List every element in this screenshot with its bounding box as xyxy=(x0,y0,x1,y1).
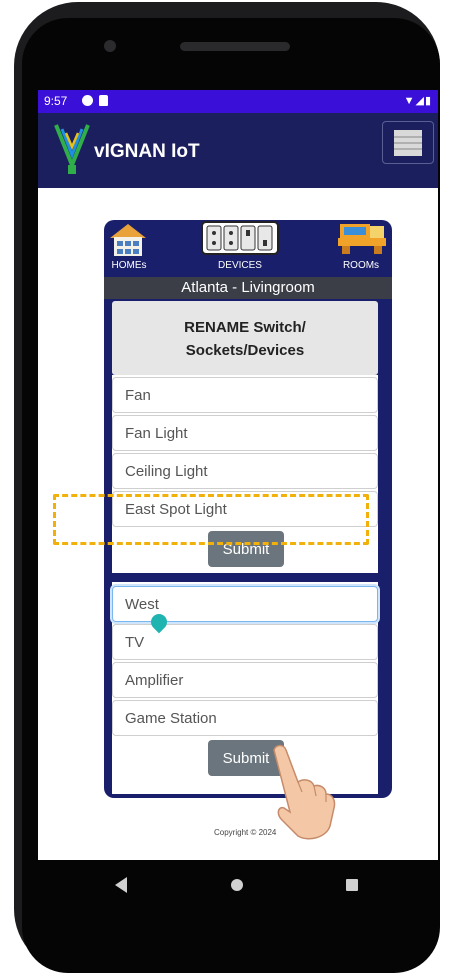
front-camera xyxy=(104,40,116,52)
home-icon[interactable] xyxy=(231,879,243,891)
app-title: vIGNAN IoT xyxy=(94,141,200,162)
status-bar: 9:57 ▼◢▮ xyxy=(38,90,438,113)
status-notification-icon xyxy=(82,95,93,106)
recent-apps-icon[interactable] xyxy=(346,879,358,891)
device-name-field-2[interactable] xyxy=(112,415,378,451)
pointing-hand-icon xyxy=(273,744,336,840)
nav-devices[interactable]: DEVICES xyxy=(200,220,280,275)
nav-rooms[interactable]: ROOMs xyxy=(330,220,392,275)
switch-panel-icon xyxy=(201,221,279,255)
app-bar: vIGNAN IoT xyxy=(38,113,438,188)
device-name-field-6[interactable] xyxy=(112,624,378,660)
focus-highlight-box xyxy=(53,494,369,545)
status-time: 9:57 xyxy=(44,94,68,108)
section-title-line1: RENAME Switch/ xyxy=(184,319,306,336)
section-title-line2: Sockets/Devices xyxy=(185,342,305,359)
sd-card-icon xyxy=(99,95,108,106)
vignan-logo-icon xyxy=(54,124,90,174)
earpiece-speaker xyxy=(180,42,290,51)
system-nav-bar xyxy=(38,860,438,910)
menu-icon xyxy=(394,130,422,156)
nav-homes-label: HOMEs xyxy=(111,260,147,271)
device-name-field-1[interactable] xyxy=(112,377,378,413)
top-nav: HOMEs DEVICES ROOMs xyxy=(104,220,392,275)
back-icon[interactable] xyxy=(115,877,127,893)
device-name-field-7[interactable] xyxy=(112,662,378,698)
app-screen: 9:57 ▼◢▮ vIGNAN IoT HOMEs DEVICES ROOMs … xyxy=(38,90,438,860)
house-icon xyxy=(110,224,146,256)
nav-rooms-label: ROOMs xyxy=(342,260,380,271)
signal-battery-icons: ▼◢▮ xyxy=(403,95,432,107)
device-name-field-3[interactable] xyxy=(112,453,378,489)
location-label: Atlanta - Livingroom xyxy=(104,277,392,299)
device-name-field-8[interactable] xyxy=(112,700,378,736)
nav-devices-label: DEVICES xyxy=(218,260,262,271)
room-icon xyxy=(338,224,386,254)
section-title: RENAME Switch/ Sockets/Devices xyxy=(112,301,378,375)
hamburger-menu-button[interactable] xyxy=(382,121,434,164)
nav-homes[interactable]: HOMEs xyxy=(104,220,154,275)
